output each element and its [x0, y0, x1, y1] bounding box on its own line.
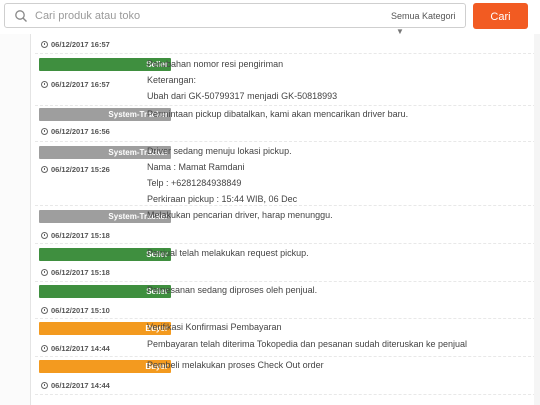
clock-icon	[41, 166, 48, 173]
event-text: Pembeli melakukan proses Check Out order	[147, 360, 324, 370]
scrollbar[interactable]	[534, 34, 540, 405]
timestamp: 06/12/2017 14:44	[41, 343, 110, 355]
event-text: Nama : Mamat Ramdani	[147, 162, 245, 172]
divider	[35, 205, 540, 206]
search-icon	[15, 10, 27, 22]
event-text: Telp : +6281284938849	[147, 178, 242, 188]
divider	[35, 243, 540, 244]
clock-icon	[41, 81, 48, 88]
event-text: Keterangan:	[147, 75, 197, 85]
timestamp: 06/12/2017 16:56	[41, 126, 110, 138]
clock-icon	[41, 269, 48, 276]
event-text: Pembayaran telah diterima Tokopedia dan …	[147, 339, 468, 349]
category-label: Semua Kategori	[391, 11, 456, 21]
divider	[35, 356, 540, 357]
divider	[35, 281, 540, 282]
timestamp: 06/12/2017 15:26	[41, 164, 110, 176]
category-select[interactable]: Semua Kategori▼	[391, 9, 465, 36]
divider	[35, 394, 540, 395]
divider	[35, 318, 540, 319]
clock-icon	[41, 382, 48, 389]
timestamp: 06/12/2017 16:57	[41, 79, 110, 91]
divider	[35, 141, 540, 142]
clock-icon	[41, 232, 48, 239]
left-gutter	[0, 34, 30, 405]
clock-icon	[41, 41, 48, 48]
timestamp: 06/12/2017 16:57	[41, 39, 110, 51]
event-text: Perubahan nomor resi pengiriman	[147, 59, 284, 69]
event-text: Verifikasi Konfirmasi Pembayaran	[147, 322, 282, 332]
event-text: Melakukan pencarian driver, harap menung…	[147, 210, 333, 220]
event-text: Pemesanan sedang diproses oleh penjual.	[147, 285, 318, 295]
timestamp: 06/12/2017 14:44	[41, 380, 110, 392]
top-search-bar: Semua Kategori▼ Cari	[0, 0, 540, 36]
event-text: Driver sedang menuju lokasi pickup.	[147, 146, 292, 156]
divider	[35, 105, 540, 106]
search-button[interactable]: Cari	[473, 3, 528, 29]
event-text: Penjual telah melakukan request pickup.	[147, 248, 309, 258]
clock-icon	[41, 307, 48, 314]
clock-icon	[41, 345, 48, 352]
timestamp: 06/12/2017 15:18	[41, 230, 110, 242]
timestamp: 06/12/2017 15:18	[41, 267, 110, 279]
timestamp: 06/12/2017 15:10	[41, 305, 110, 317]
order-history-timeline: 06/12/2017 16:57 Seller Perubahan nomor …	[30, 34, 540, 405]
search-box[interactable]: Semua Kategori▼	[4, 3, 466, 36]
event-text: Ubah dari GK-50799317 menjadi GK-5081899…	[147, 91, 338, 101]
clock-icon	[41, 128, 48, 135]
event-text: Permintaan pickup dibatalkan, kami akan …	[147, 109, 409, 119]
search-input[interactable]	[35, 7, 355, 25]
divider	[35, 53, 540, 54]
